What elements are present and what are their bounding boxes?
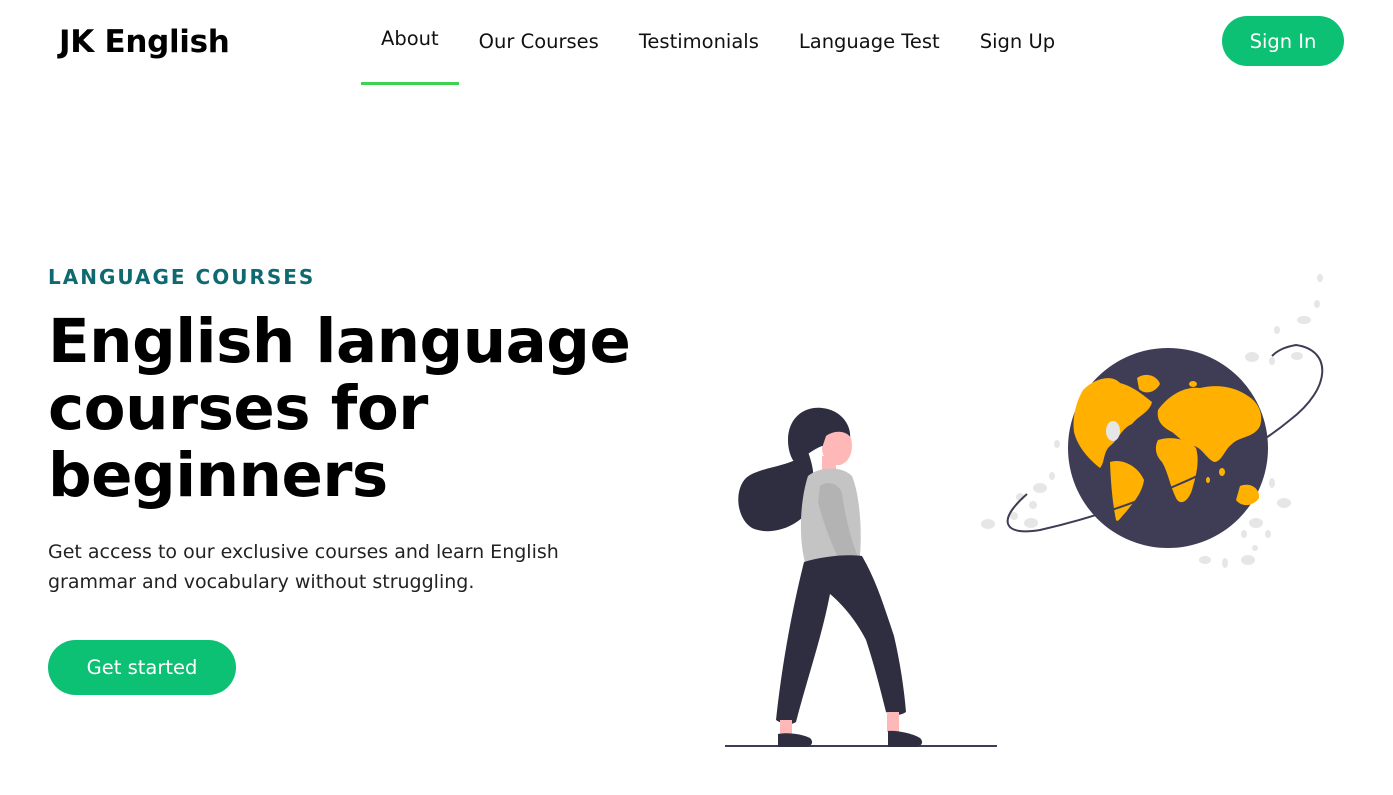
landing-page: JK English About Our Courses Testimonial… xyxy=(0,0,1393,795)
globe-cloud xyxy=(1106,421,1120,441)
nav-item-language-test[interactable]: Language Test xyxy=(799,22,940,62)
woman-figure xyxy=(738,407,923,747)
site-logo[interactable]: JK English xyxy=(59,20,230,64)
nav-item-our-courses[interactable]: Our Courses xyxy=(479,22,599,62)
get-started-button[interactable]: Get started xyxy=(48,640,236,695)
nav-item-label: About xyxy=(381,27,439,50)
nav-item-label: Testimonials xyxy=(638,30,759,53)
nav-item-testimonials[interactable]: Testimonials xyxy=(639,22,759,62)
woman-looking-at-globe-icon xyxy=(725,274,1324,747)
main-nav: About Our Courses Testimonials Language … xyxy=(361,22,1095,92)
nav-item-sign-up[interactable]: Sign Up xyxy=(980,22,1055,62)
nav-item-label: Our Courses xyxy=(478,30,599,53)
active-nav-indicator xyxy=(361,82,459,85)
hero-subtext: Get access to our exclusive courses and … xyxy=(48,541,559,593)
hero-headline: English language courses for beginners xyxy=(48,306,631,511)
sign-in-button[interactable]: Sign In xyxy=(1222,16,1344,66)
nav-item-label: Sign Up xyxy=(979,30,1056,53)
hero-eyebrow: LANGUAGE COURSES xyxy=(48,265,316,289)
nav-item-about[interactable]: About xyxy=(361,19,459,85)
nav-item-label: Language Test xyxy=(798,30,940,53)
